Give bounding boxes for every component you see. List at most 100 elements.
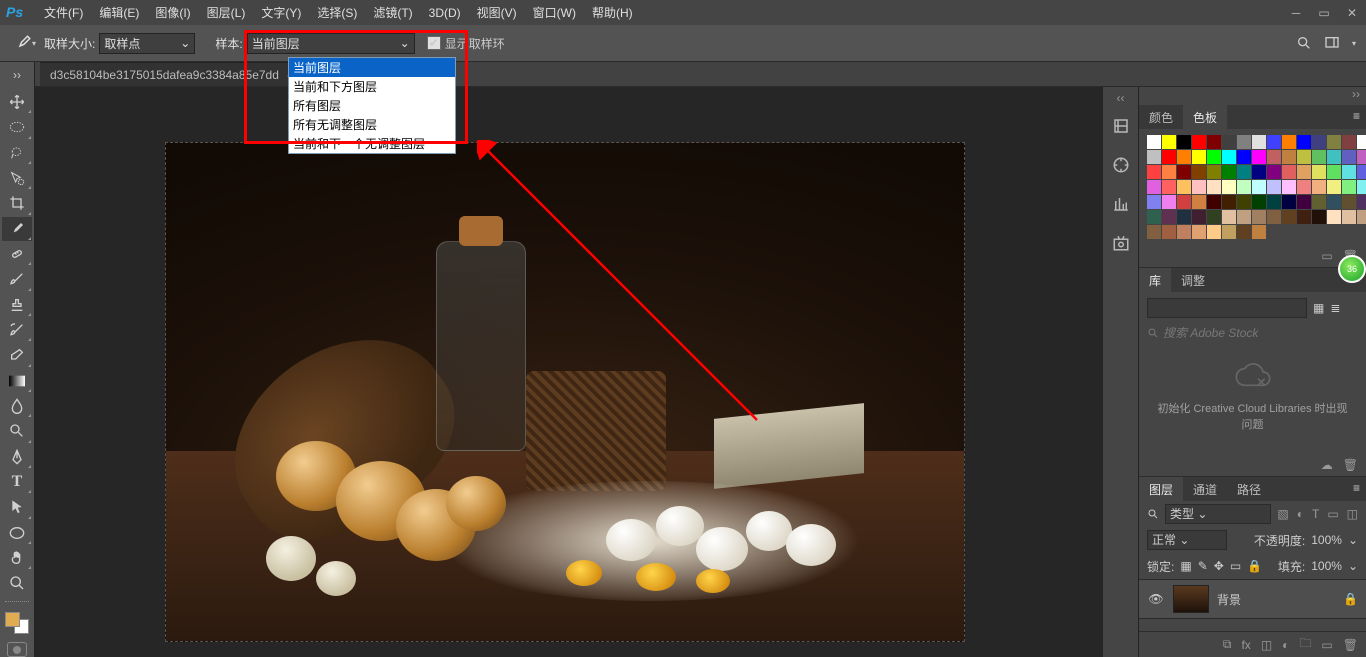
swatch[interactable] bbox=[1222, 150, 1236, 164]
tool-stamp[interactable] bbox=[2, 293, 32, 317]
layer-mask-icon[interactable]: ◫ bbox=[1261, 638, 1272, 652]
filter-smart-icon[interactable]: ◫ bbox=[1347, 507, 1358, 521]
swatch[interactable] bbox=[1192, 180, 1206, 194]
lock-transparency-icon[interactable]: ▦ bbox=[1180, 559, 1191, 573]
swatch[interactable] bbox=[1267, 180, 1281, 194]
swatch[interactable] bbox=[1162, 195, 1176, 209]
swatch[interactable] bbox=[1357, 195, 1366, 209]
layer-fx-icon[interactable]: fx bbox=[1241, 638, 1250, 652]
layer-thumbnail[interactable] bbox=[1173, 585, 1209, 613]
workspace-switcher-icon[interactable] bbox=[1322, 35, 1342, 51]
swatch[interactable] bbox=[1177, 135, 1191, 149]
swatch[interactable] bbox=[1237, 165, 1251, 179]
filter-adjust-icon[interactable]: ◐ bbox=[1297, 507, 1304, 521]
swatch[interactable] bbox=[1297, 165, 1311, 179]
new-layer-icon[interactable]: ▭ bbox=[1321, 638, 1332, 652]
swatch[interactable] bbox=[1342, 150, 1356, 164]
swatch[interactable] bbox=[1207, 165, 1221, 179]
swatch[interactable] bbox=[1207, 180, 1221, 194]
dropdown-item[interactable]: 当前图层 bbox=[289, 58, 455, 77]
tool-shape[interactable] bbox=[2, 521, 32, 545]
swatch[interactable] bbox=[1357, 150, 1366, 164]
swatch[interactable] bbox=[1312, 150, 1326, 164]
swatch[interactable] bbox=[1312, 165, 1326, 179]
swatch[interactable] bbox=[1207, 135, 1221, 149]
swatch[interactable] bbox=[1162, 210, 1176, 224]
swatch[interactable] bbox=[1267, 135, 1281, 149]
tool-brush[interactable] bbox=[2, 267, 32, 291]
tool-pen[interactable] bbox=[2, 445, 32, 469]
swatch[interactable] bbox=[1252, 165, 1266, 179]
swatch[interactable] bbox=[1357, 165, 1366, 179]
swatch[interactable] bbox=[1177, 150, 1191, 164]
swatch[interactable] bbox=[1252, 135, 1266, 149]
swatch[interactable] bbox=[1177, 225, 1191, 239]
tool-eyedropper[interactable] bbox=[2, 217, 32, 241]
swatch[interactable] bbox=[1147, 225, 1161, 239]
new-swatch-icon[interactable]: ▭ bbox=[1321, 249, 1332, 263]
swatch[interactable] bbox=[1342, 180, 1356, 194]
swatch[interactable] bbox=[1297, 180, 1311, 194]
swatch[interactable] bbox=[1162, 180, 1176, 194]
window-minimize-button[interactable]: ─ bbox=[1282, 0, 1310, 25]
swatch[interactable] bbox=[1282, 210, 1296, 224]
cloud-sync-icon[interactable]: ☁ bbox=[1321, 458, 1333, 472]
swatch[interactable] bbox=[1357, 135, 1366, 149]
swatch[interactable] bbox=[1147, 165, 1161, 179]
opacity-value[interactable]: 100% bbox=[1311, 533, 1342, 547]
lock-artboard-icon[interactable]: ▭ bbox=[1230, 559, 1241, 573]
tool-crop[interactable] bbox=[2, 191, 32, 215]
sample-size-select[interactable]: 取样点 ⌄ bbox=[99, 33, 195, 54]
swatch[interactable] bbox=[1342, 210, 1356, 224]
lock-pixels-icon[interactable]: ✎ bbox=[1198, 559, 1208, 573]
panel-collapse[interactable]: ›› bbox=[1139, 87, 1366, 105]
panel-menu-icon[interactable]: ≡ bbox=[1347, 477, 1366, 501]
history-icon[interactable] bbox=[1112, 117, 1130, 138]
swatch[interactable] bbox=[1297, 210, 1311, 224]
visibility-toggle-icon[interactable]: 👁 bbox=[1147, 592, 1165, 606]
color-swatches[interactable] bbox=[4, 611, 30, 635]
swatch[interactable] bbox=[1207, 210, 1221, 224]
swatch[interactable] bbox=[1207, 195, 1221, 209]
swatch[interactable] bbox=[1237, 135, 1251, 149]
swatches-grid[interactable] bbox=[1139, 129, 1366, 245]
swatch[interactable] bbox=[1237, 210, 1251, 224]
lock-position-icon[interactable]: ✥ bbox=[1214, 559, 1224, 573]
info-icon[interactable] bbox=[1112, 195, 1130, 216]
notification-badge[interactable]: 36 bbox=[1338, 255, 1366, 283]
dropdown-item[interactable]: 所有图层 bbox=[289, 96, 455, 115]
panel-expand-right[interactable]: ‹‹ bbox=[1117, 91, 1125, 105]
tool-blur[interactable] bbox=[2, 394, 32, 418]
swatch[interactable] bbox=[1147, 150, 1161, 164]
swatch[interactable] bbox=[1327, 150, 1341, 164]
window-restore-button[interactable]: ▭ bbox=[1310, 0, 1338, 25]
lock-icon[interactable]: 🔒 bbox=[1343, 592, 1358, 606]
foreground-color-swatch[interactable] bbox=[5, 612, 20, 627]
swatch[interactable] bbox=[1282, 150, 1296, 164]
tab-swatches[interactable]: 色板 bbox=[1183, 105, 1227, 129]
tool-path-select[interactable] bbox=[2, 495, 32, 519]
tool-marquee[interactable] bbox=[2, 115, 32, 139]
swatch[interactable] bbox=[1147, 210, 1161, 224]
swatch[interactable] bbox=[1222, 210, 1236, 224]
swatch[interactable] bbox=[1192, 195, 1206, 209]
swatch[interactable] bbox=[1327, 195, 1341, 209]
panel-menu-icon[interactable]: ≡ bbox=[1347, 105, 1366, 129]
tool-healing[interactable] bbox=[2, 242, 32, 266]
lock-all-icon[interactable]: 🔒 bbox=[1247, 559, 1262, 573]
properties-icon[interactable] bbox=[1112, 234, 1130, 255]
menu-edit[interactable]: 编辑(E) bbox=[91, 0, 147, 25]
tool-history-brush[interactable] bbox=[2, 318, 32, 342]
search-icon[interactable] bbox=[1296, 35, 1312, 51]
window-close-button[interactable]: ✕ bbox=[1338, 0, 1366, 25]
swatch[interactable] bbox=[1252, 150, 1266, 164]
swatch[interactable] bbox=[1327, 210, 1341, 224]
layer-row[interactable]: 👁 背景 🔒 bbox=[1139, 579, 1366, 619]
swatch[interactable] bbox=[1342, 135, 1356, 149]
tool-eraser[interactable] bbox=[2, 343, 32, 367]
fill-value[interactable]: 100% bbox=[1311, 559, 1342, 573]
delete-icon[interactable]: 🗑 bbox=[1343, 458, 1358, 472]
swatch[interactable] bbox=[1237, 150, 1251, 164]
menu-layer[interactable]: 图层(L) bbox=[199, 0, 254, 25]
view-grid-icon[interactable]: ▦ bbox=[1313, 301, 1324, 315]
